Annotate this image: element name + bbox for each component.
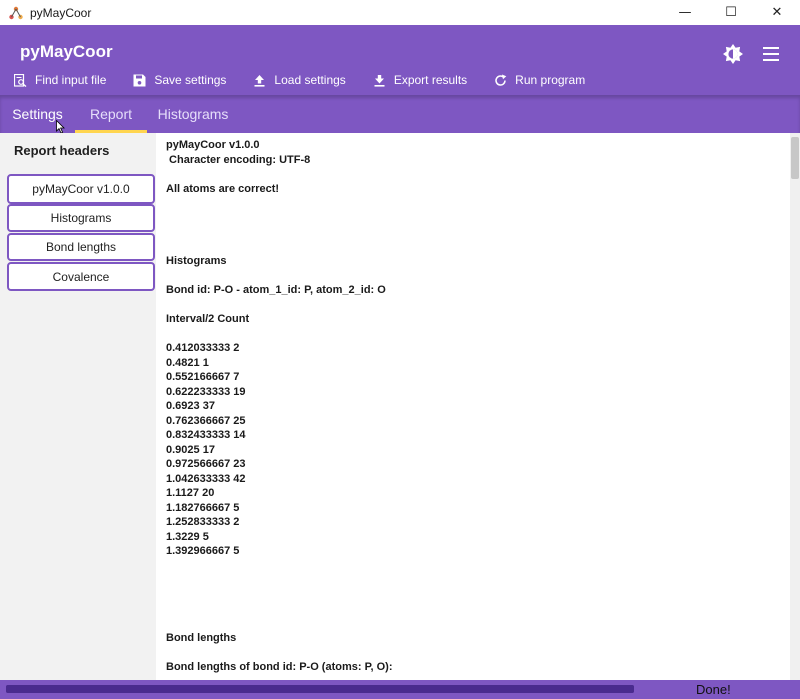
report-line: 0.972566667 23 [166, 458, 246, 470]
save-settings-button[interactable]: Save settings [133, 73, 226, 87]
os-titlebar: pyMayCoor — ☐ ✕ [0, 0, 800, 25]
report-line: 1.392966667 5 [166, 545, 240, 557]
sidebar-item-bond-lengths[interactable]: Bond lengths [7, 233, 155, 261]
report-line [166, 602, 766, 617]
report-line [166, 327, 766, 342]
window-controls: — ☐ ✕ [662, 0, 800, 25]
report-line: 0.552166667 7 [166, 371, 240, 383]
scrollbar-thumb[interactable] [791, 137, 799, 179]
tab-histograms[interactable]: Histograms [147, 95, 239, 133]
tab-bar: Settings Report Histograms [0, 95, 800, 133]
progress-fill [6, 685, 634, 693]
app-window: pyMayCoor — ☐ ✕ pyMayCoor Find input fil… [0, 0, 800, 699]
find-input-file-label: Find input file [35, 73, 107, 87]
report-line: Bond lengths of bond id: P-O (atoms: P, … [166, 661, 393, 673]
save-icon [133, 74, 146, 86]
report-line: 0.9025 17 [166, 443, 215, 456]
report-line: 0.6923 37 [166, 400, 215, 412]
report-line [166, 240, 766, 255]
export-results-label: Export results [393, 73, 468, 87]
report-text-area[interactable]: pyMayCoor v1.0.0 Character encoding: UTF… [156, 133, 790, 680]
upload-icon [254, 74, 265, 87]
report-line [166, 167, 766, 182]
report-line: 0.762366667 25 [166, 414, 246, 427]
app-title: pyMayCoor [20, 42, 113, 61]
sidebar-item-covalence[interactable]: Covalence [7, 262, 155, 291]
report-line [166, 211, 766, 226]
report-line: 1.252833333 2 [166, 516, 240, 528]
save-settings-label: Save settings [154, 73, 227, 87]
sidebar-item-version[interactable]: pyMayCoor v1.0.0 [7, 174, 155, 204]
report-line: All atoms are correct! [166, 182, 280, 195]
report-line [166, 298, 766, 313]
report-line: 1.182766667 5 [166, 501, 240, 514]
window-title: pyMayCoor [30, 5, 92, 20]
close-button[interactable]: ✕ [754, 0, 800, 25]
report-headers-sidebar: Report headers pyMayCoor v1.0.0 Histogra… [0, 133, 156, 680]
report-line: Bond id: P-O - atom_1_id: P, atom_2_id: … [166, 284, 386, 296]
report-line: 1.1127 20 [166, 487, 215, 499]
app-logo-icon [9, 6, 23, 19]
run-program-button[interactable]: Run program [494, 73, 585, 87]
report-line: 0.4821 1 [166, 356, 209, 369]
toolbar: Find input file Save settings Load setti… [0, 70, 612, 90]
report-line: Interval/2 Count [166, 313, 250, 325]
report-line: 0.622233333 19 [166, 385, 246, 398]
mouse-cursor-icon [56, 120, 65, 134]
report-line: 0.412033333 2 [166, 342, 240, 354]
progress-bar [6, 685, 634, 693]
app-header: pyMayCoor Find input file Save settings … [0, 25, 800, 95]
report-line [166, 646, 766, 661]
export-results-button[interactable]: Export results [373, 73, 467, 87]
report-line: Bond lengths [166, 632, 237, 644]
report-line [166, 225, 766, 240]
maximize-button[interactable]: ☐ [708, 0, 754, 25]
brightness-icon[interactable] [722, 43, 744, 65]
tab-report[interactable]: Report [75, 95, 147, 133]
sidebar-item-histograms[interactable]: Histograms [7, 204, 155, 232]
find-input-file-button[interactable]: Find input file [14, 73, 106, 87]
report-line [166, 573, 766, 588]
report-line: 1.3229 5 [166, 530, 209, 543]
sidebar-heading: Report headers [14, 143, 110, 158]
status-bar: Done! [0, 680, 800, 699]
report-line: Histograms [166, 255, 227, 267]
report-line: Character encoding: UTF-8 [166, 153, 311, 166]
download-icon [374, 74, 385, 87]
find-file-icon [14, 73, 27, 87]
report-line: 0.832433333 14 [166, 429, 246, 441]
report-line [166, 617, 766, 632]
refresh-icon [495, 74, 507, 86]
minimize-button[interactable]: — [662, 0, 708, 25]
hamburger-menu-icon[interactable] [760, 43, 782, 65]
report-content: pyMayCoor v1.0.0 Character encoding: UTF… [166, 138, 766, 675]
report-line: 1.042633333 42 [166, 472, 246, 485]
report-line [166, 196, 766, 211]
report-line: pyMayCoor v1.0.0 [166, 139, 260, 151]
report-line [166, 269, 766, 284]
report-line [166, 559, 766, 574]
run-program-label: Run program [515, 73, 586, 87]
report-scrollbar[interactable] [790, 133, 800, 680]
load-settings-label: Load settings [274, 73, 346, 87]
load-settings-button[interactable]: Load settings [253, 73, 346, 87]
report-line [166, 588, 766, 603]
status-text: Done! [696, 682, 731, 697]
